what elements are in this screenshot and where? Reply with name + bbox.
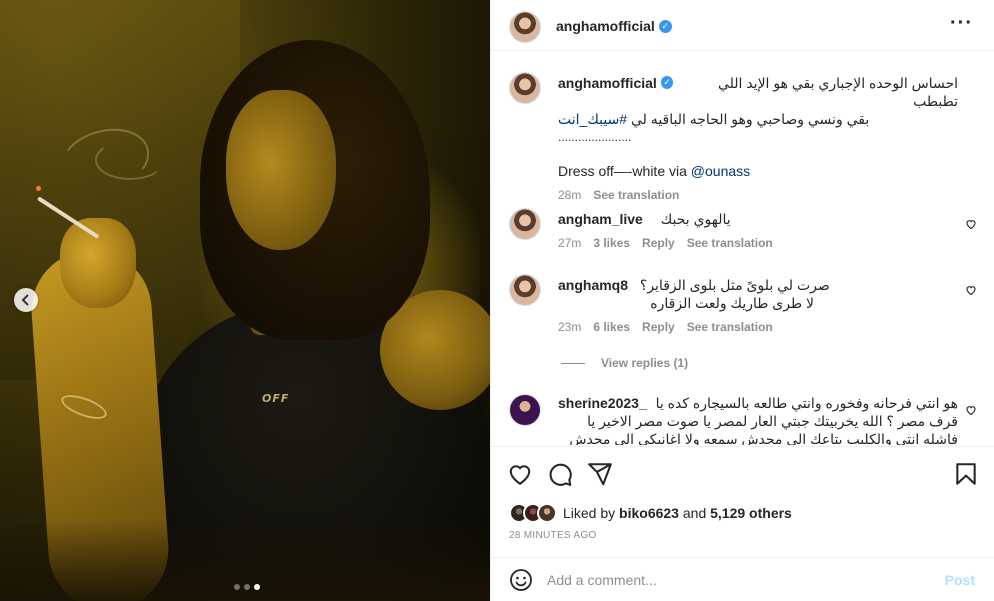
post-actions xyxy=(491,446,994,502)
bookmark-icon[interactable] xyxy=(953,461,979,487)
verified-badge-icon: ✓ xyxy=(660,76,674,89)
emoji-icon[interactable] xyxy=(509,568,533,592)
view-replies-label: View replies (1) xyxy=(601,356,689,370)
post-comment-button[interactable]: Post xyxy=(945,572,975,588)
comment-icon[interactable] xyxy=(547,461,573,487)
caption-dots: ...................... xyxy=(558,130,632,144)
see-translation-button[interactable]: See translation xyxy=(593,188,679,202)
caption-username[interactable]: anghamofficial xyxy=(558,74,657,110)
carousel-dot-active xyxy=(254,584,260,590)
avatar[interactable] xyxy=(509,11,541,43)
carousel-dot xyxy=(244,584,250,590)
comment-body: sherine2023_ هو انتي فرحانه وفخوره وانتي… xyxy=(558,394,958,445)
post-details-panel: anghamofficial ✓ ··· anghamofficial ✓ احسا… xyxy=(490,0,994,601)
smoke-swirl xyxy=(95,140,165,180)
see-translation-button[interactable]: See translation xyxy=(687,320,773,334)
likes-middle: and xyxy=(678,505,711,521)
comment-meta: 27m 3 likes Reply See translation xyxy=(558,236,773,250)
cigarette-tip xyxy=(36,186,41,191)
post-author: anghamofficial ✓ xyxy=(556,18,672,34)
mention-link[interactable]: @ounass xyxy=(691,163,750,179)
avatar[interactable] xyxy=(509,394,541,426)
comment-text-line-2: لا طرى طاريك ولعت الزقاره xyxy=(650,295,814,311)
avatar[interactable] xyxy=(509,72,541,104)
liker-username-link[interactable]: biko6623 xyxy=(619,505,679,521)
comment-body: angham_live يالهوي بحبك xyxy=(558,210,958,228)
comment-like-heart-icon[interactable] xyxy=(965,218,977,230)
avatar[interactable] xyxy=(509,208,541,240)
likes-summary: Liked by biko6623 and 5,129 others xyxy=(509,503,792,523)
reply-button[interactable]: Reply xyxy=(642,320,675,334)
comment-text-line-2: قرف مصر ؟ الله يخربيتك جبتي العار لمصر ي… xyxy=(587,413,958,429)
caption-time[interactable]: 28m xyxy=(558,188,581,202)
caption-line-2: بقي ونسي وصاحبي وهو الحاجه الباقيه لي #س… xyxy=(558,110,958,128)
figure-face xyxy=(226,90,336,250)
more-options-icon[interactable]: ··· xyxy=(950,12,973,35)
add-comment-bar: Post xyxy=(491,557,994,601)
comment-username[interactable]: anghamq8 xyxy=(558,277,628,293)
caption-line-2-text: بقي ونسي وصاحبي وهو الحاجه الباقيه لي xyxy=(627,111,870,127)
carousel-dots xyxy=(234,584,260,590)
comment-username[interactable]: sherine2023_ xyxy=(558,394,647,412)
liker-avatars xyxy=(509,503,557,523)
likes-others-link[interactable]: 5,129 others xyxy=(710,505,792,521)
view-replies-button[interactable]: View replies (1) xyxy=(561,356,688,370)
comment-text-line-1: صرت لي بلوىً مثل بلوى الزقاير؟ xyxy=(639,277,830,293)
avatar[interactable] xyxy=(537,503,557,523)
comment-input[interactable] xyxy=(547,570,927,590)
share-icon[interactable] xyxy=(587,461,613,487)
caption-line-1: احساس الوحده الإجباري بقي هو الإيد اللي … xyxy=(717,75,958,109)
reply-button[interactable]: Reply xyxy=(642,236,675,250)
chevron-left-icon xyxy=(21,294,29,306)
caption-credit: Dress off—-white via @ounass xyxy=(558,162,958,180)
see-translation-button[interactable]: See translation xyxy=(687,236,773,250)
comment-username[interactable]: angham_live xyxy=(558,211,643,227)
comment-like-heart-icon[interactable] xyxy=(965,284,977,296)
heart-icon[interactable] xyxy=(507,461,533,487)
hashtag-link[interactable]: #سيبك_انت xyxy=(558,111,627,127)
shirt-print: OFF xyxy=(262,392,290,405)
caption-credit-text: Dress off—-white via xyxy=(558,163,691,179)
comments-feed[interactable]: anghamofficial ✓ احساس الوحده الإجباري بق… xyxy=(491,52,994,445)
likes-prefix: Liked by xyxy=(563,505,620,521)
caption-body: anghamofficial ✓ احساس الوحده الإجباري بق… xyxy=(558,74,958,180)
post-image[interactable]: OFF xyxy=(0,0,490,601)
comment-time[interactable]: 27m xyxy=(558,236,581,250)
comment-like-heart-icon[interactable] xyxy=(965,404,977,416)
author-username-link[interactable]: anghamofficial xyxy=(556,18,655,34)
figure-hand xyxy=(60,218,136,308)
post-timestamp[interactable]: 28 MINUTES AGO xyxy=(509,530,597,541)
verified-badge-icon: ✓ xyxy=(658,19,672,33)
comment-text-line-1: هو انتي فرحانه وفخوره وانتي طالعه بالسيج… xyxy=(655,395,958,411)
comment-body: anghamq8 صرت لي بلوىً مثل بلوى الزقاير؟ … xyxy=(558,276,958,312)
avatar[interactable] xyxy=(509,274,541,306)
comment-meta: 23m 6 likes Reply See translation xyxy=(558,320,773,334)
post-header: anghamofficial ✓ ··· xyxy=(491,0,994,51)
comment-likes[interactable]: 3 likes xyxy=(593,236,630,250)
comment-text: يالهوي بحبك xyxy=(660,211,731,227)
carousel-dot xyxy=(234,584,240,590)
likes-text: Liked by biko6623 and 5,129 others xyxy=(563,505,792,521)
instagram-post-window: OFF anghamofficial ✓ ··· anghamofficial … xyxy=(0,0,994,601)
comment-text-line-3: فاشله انتي والكليب بتاعك الي محدش سمعه و… xyxy=(569,431,958,445)
replies-line xyxy=(561,362,585,364)
carousel-previous-button[interactable] xyxy=(14,288,38,312)
comment-likes[interactable]: 6 likes xyxy=(593,320,630,334)
caption-meta: 28m See translation xyxy=(558,188,679,202)
comment-time[interactable]: 23m xyxy=(558,320,581,334)
